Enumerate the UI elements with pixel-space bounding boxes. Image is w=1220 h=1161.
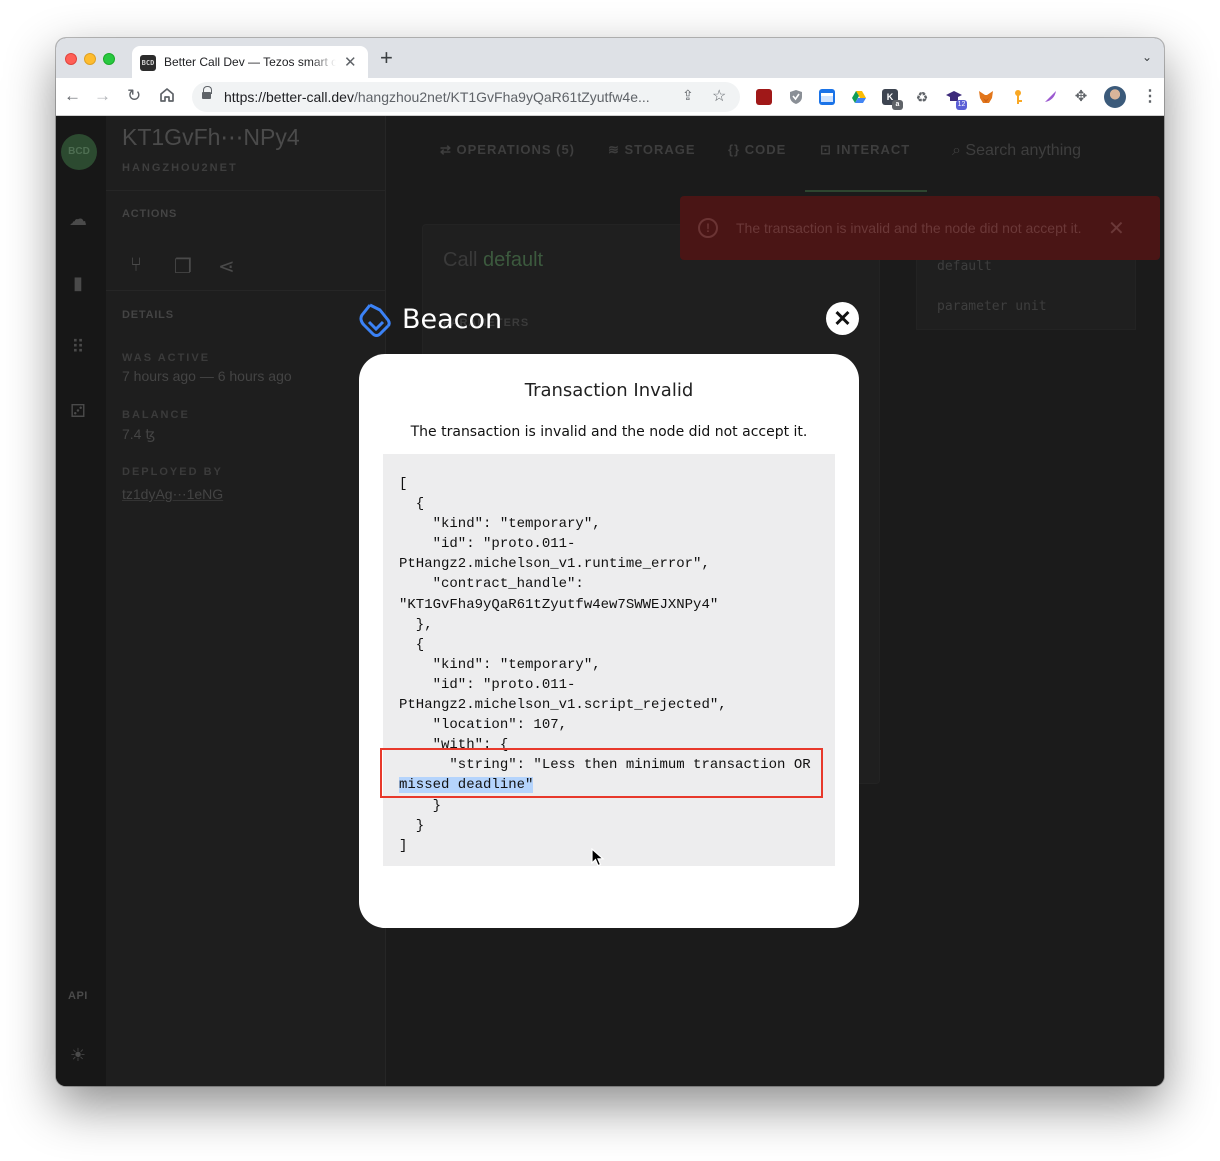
back-arrow-icon[interactable]: ← xyxy=(64,86,81,106)
contract-left-panel: KT1GvFh⋯NPy4 HANGZHOU2NET ACTIONS ⑂ ❐ ⋖ … xyxy=(106,116,386,1086)
beacon-close-button[interactable]: ✕ xyxy=(826,302,859,335)
search-input[interactable]: ⌕ Search anything xyxy=(952,142,1081,160)
side-rail: BCD ☁ ▮ ⠿ ⚂ API ☀ xyxy=(56,116,106,1086)
forward-arrow-icon[interactable]: → xyxy=(94,86,111,106)
address-bar[interactable]: https://better-call.dev/hangzhou2net/KT1… xyxy=(192,82,740,112)
stats-bars-icon[interactable]: ▮ xyxy=(66,272,90,294)
tab-active-indicator xyxy=(805,190,927,192)
fork-icon[interactable]: ⑂ xyxy=(130,254,142,277)
tab-title: Better Call Dev — Tezos smart contract e… xyxy=(164,55,336,69)
google-drive-icon[interactable] xyxy=(851,89,867,105)
new-tab-button[interactable]: + xyxy=(380,47,393,69)
snackbar-close-icon[interactable]: ✕ xyxy=(1108,216,1125,241)
extension-k-icon[interactable]: Ka xyxy=(882,89,903,110)
browser-window: BCD Better Call Dev — Tezos smart contra… xyxy=(56,38,1164,1086)
lock-icon[interactable] xyxy=(202,86,212,101)
error-json[interactable]: [ { "kind": "temporary", "id": "proto.01… xyxy=(399,474,811,856)
alert-circle-icon: ! xyxy=(698,218,718,238)
was-active-value: 7 hours ago — 6 hours ago xyxy=(122,368,292,384)
call-title: Call default xyxy=(443,249,544,271)
balance-label: BALANCE xyxy=(122,409,190,421)
theme-sun-icon[interactable]: ☀ xyxy=(66,1044,90,1066)
quill-icon[interactable] xyxy=(1042,89,1058,105)
modal-description: The transaction is invalid and the node … xyxy=(410,424,808,440)
apps-grid-icon[interactable]: ⠿ xyxy=(66,336,90,358)
share-icon[interactable]: ⇪ xyxy=(682,87,694,104)
snackbar-text: The transaction is invalid and the node … xyxy=(736,220,1082,236)
dice-icon[interactable]: ⚂ xyxy=(66,400,90,422)
bcd-logo[interactable]: BCD xyxy=(61,134,97,170)
api-link[interactable]: API xyxy=(68,990,88,1002)
error-json-box[interactable]: [ { "kind": "temporary", "id": "proto.01… xyxy=(383,454,835,866)
tab-operations[interactable]: ⇄ OPERATIONS (5) xyxy=(440,142,575,158)
entrypoint-param: parameter unit xyxy=(937,299,1047,314)
was-active-label: WAS ACTIVE xyxy=(122,352,211,364)
close-window-button[interactable] xyxy=(65,53,77,65)
key-icon[interactable] xyxy=(1010,89,1026,105)
extensions-puzzle-icon[interactable]: ✥ xyxy=(1073,89,1089,105)
error-snackbar: ! The transaction is invalid and the nod… xyxy=(680,196,1160,260)
profile-avatar[interactable] xyxy=(1104,86,1126,108)
tab-storage[interactable]: ≋ STORAGE xyxy=(608,142,696,158)
home-icon[interactable] xyxy=(158,86,176,109)
extension-window-icon[interactable] xyxy=(819,89,835,105)
tab-code[interactable]: {} CODE xyxy=(728,142,786,157)
bcd-favicon-icon: BCD xyxy=(140,55,156,71)
search-icon: ⌕ xyxy=(952,142,961,159)
app-page: BCD ☁ ▮ ⠿ ⚂ API ☀ KT1GvFh⋯NPy4 HANGZHOU2… xyxy=(56,116,1164,1086)
tab-search-chevron-icon[interactable]: ⌄ xyxy=(1142,50,1152,64)
browser-toolbar: ← → ↻ https://better-call.dev/hangzhou2n… xyxy=(56,78,1164,116)
browser-tab[interactable]: BCD Better Call Dev — Tezos smart contra… xyxy=(132,46,368,78)
chrome-menu-icon[interactable]: ⋮ xyxy=(1142,86,1158,106)
extension-shield-icon[interactable] xyxy=(788,89,804,105)
beacon-wordmark: Beacon xyxy=(402,304,503,335)
reload-icon[interactable]: ↻ xyxy=(127,86,141,106)
modal-title: Transaction Invalid xyxy=(524,380,694,401)
recycle-icon[interactable]: ♻ xyxy=(914,89,930,105)
divider xyxy=(106,190,386,191)
entrypoint-name[interactable]: default xyxy=(937,259,992,274)
deployed-by-address[interactable]: tz1dyAg⋯1eNG xyxy=(122,486,223,503)
balance-value: 7.4 ꜩ xyxy=(122,426,156,442)
minimize-window-button[interactable] xyxy=(84,53,96,65)
divider xyxy=(106,290,386,291)
zoom-window-button[interactable] xyxy=(103,53,115,65)
mouse-cursor-icon xyxy=(591,848,605,867)
url-text[interactable]: https://better-call.dev/hangzhou2net/KT1… xyxy=(224,89,672,105)
actions-label: ACTIONS xyxy=(122,208,178,220)
transaction-invalid-modal: Transaction Invalid The transaction is i… xyxy=(359,354,859,928)
contract-title: KT1GvFh⋯NPy4 xyxy=(122,124,300,150)
share-nodes-icon[interactable]: ⋖ xyxy=(218,254,235,279)
highlight-annotation-box xyxy=(380,748,823,798)
metamask-fox-icon[interactable] xyxy=(978,89,994,105)
deployed-by-label: DEPLOYED BY xyxy=(122,466,223,478)
copy-icon[interactable]: ❐ xyxy=(174,254,192,279)
beacon-logo-icon xyxy=(359,303,391,337)
bookmark-star-icon[interactable]: ☆ xyxy=(712,86,726,106)
tab-close-icon[interactable]: ✕ xyxy=(344,53,357,71)
tab-bar: BCD Better Call Dev — Tezos smart contra… xyxy=(56,38,1164,78)
cloud-search-icon[interactable]: ☁ xyxy=(66,208,90,230)
tab-interact[interactable]: ⊡ INTERACT xyxy=(820,142,910,158)
details-label: DETAILS xyxy=(122,309,174,321)
extension-red-square-icon[interactable] xyxy=(756,89,772,105)
network-label: HANGZHOU2NET xyxy=(122,162,238,174)
graduation-cap-icon[interactable]: 12 xyxy=(946,89,967,110)
